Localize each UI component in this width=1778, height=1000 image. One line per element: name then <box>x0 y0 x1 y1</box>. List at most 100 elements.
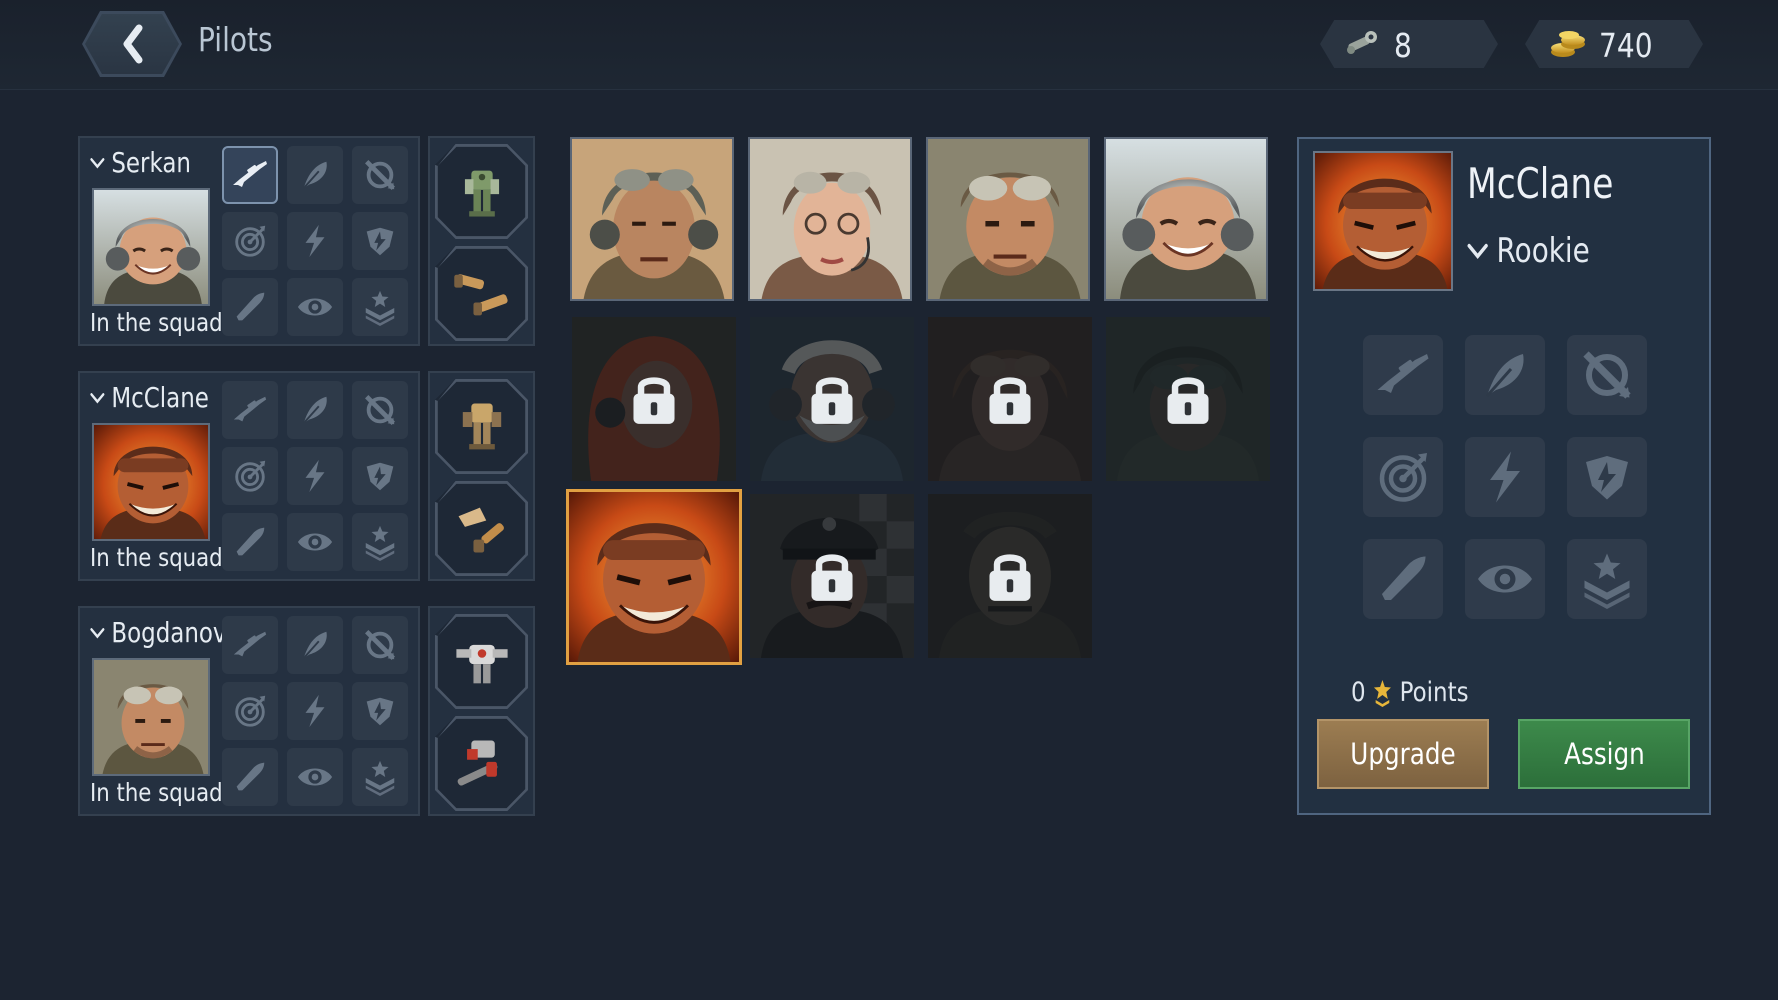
weapon-icon <box>450 732 514 796</box>
skill-slot[interactable] <box>287 682 343 740</box>
lightning-icon <box>296 457 334 495</box>
avatar[interactable] <box>92 188 210 306</box>
target-icon <box>231 692 269 730</box>
pilot-portrait <box>94 660 210 776</box>
rank-star-icon <box>361 523 399 561</box>
lightning-icon <box>296 692 334 730</box>
equipment-card-bogdanov <box>428 606 535 816</box>
detail-skill-grid <box>1363 335 1647 619</box>
skill-slot[interactable] <box>222 146 278 204</box>
skill-slot[interactable] <box>1465 335 1545 415</box>
skill-slot[interactable] <box>352 447 408 505</box>
skill-slot[interactable] <box>222 212 278 270</box>
chevron-down-icon <box>90 627 105 639</box>
roster-pilot[interactable] <box>1104 137 1268 301</box>
squad-card-serkan[interactable]: Serkan In the squad <box>78 136 420 346</box>
skill-slot[interactable] <box>352 748 408 806</box>
mech-slot[interactable] <box>435 144 528 239</box>
skill-slot[interactable] <box>222 513 278 571</box>
weapon-icon <box>450 262 514 326</box>
squad-status: In the squad <box>90 778 223 807</box>
target-icon <box>231 457 269 495</box>
skill-slot[interactable] <box>352 616 408 674</box>
crossed-circle-icon <box>361 156 399 194</box>
sniper-rifle-icon <box>230 155 270 195</box>
skill-slot[interactable] <box>1363 437 1443 517</box>
upgrade-button-label: Upgrade <box>1350 737 1456 771</box>
skill-slot[interactable] <box>1567 539 1647 619</box>
skill-slot[interactable] <box>222 278 278 336</box>
squad-pilot-name-text: Bogdanov <box>111 616 227 649</box>
page-title: Pilots <box>198 20 273 59</box>
chevron-left-icon <box>123 24 143 64</box>
skill-slot[interactable] <box>1363 335 1443 415</box>
skill-slot[interactable] <box>287 616 343 674</box>
lightning-icon <box>1475 447 1535 507</box>
skill-slot[interactable] <box>352 146 408 204</box>
skill-slot[interactable] <box>1567 335 1647 415</box>
skill-slot[interactable] <box>352 381 408 439</box>
roster-pilot-locked[interactable] <box>750 494 914 658</box>
upgrade-button[interactable]: Upgrade <box>1317 719 1489 789</box>
skill-slot[interactable] <box>287 447 343 505</box>
skill-slot[interactable] <box>222 447 278 505</box>
equipment-card-mcclane <box>428 371 535 581</box>
rank-selector[interactable]: Rookie <box>1467 231 1590 271</box>
eye-icon <box>296 288 334 326</box>
detail-avatar <box>1313 151 1453 291</box>
roster-pilot-locked[interactable] <box>928 494 1092 658</box>
skill-slot[interactable] <box>222 748 278 806</box>
shield-arrow-icon <box>361 457 399 495</box>
top-bar: Pilots 8 740 <box>0 0 1778 90</box>
avatar[interactable] <box>92 423 210 541</box>
back-button[interactable] <box>82 11 182 77</box>
skill-slot[interactable] <box>1465 539 1545 619</box>
skill-slot[interactable] <box>352 513 408 571</box>
skill-slot[interactable] <box>352 278 408 336</box>
mech-icon <box>450 630 514 694</box>
gold-coins-icon <box>1551 31 1585 57</box>
sniper-rifle-icon <box>231 391 269 429</box>
weapon-slot[interactable] <box>435 716 528 811</box>
skill-slot[interactable] <box>1465 437 1545 517</box>
parts-value: 8 <box>1394 26 1412 65</box>
eye-icon <box>296 758 334 796</box>
skill-slot[interactable] <box>222 616 278 674</box>
skill-slot[interactable] <box>287 381 343 439</box>
roster-pilot-selected[interactable] <box>566 489 742 665</box>
pilot-portrait <box>750 139 912 301</box>
squad-status: In the squad <box>90 308 223 337</box>
skill-slot[interactable] <box>287 748 343 806</box>
roster-pilot-locked[interactable] <box>1106 317 1270 481</box>
weapon-slot[interactable] <box>435 246 528 341</box>
assign-button[interactable]: Assign <box>1518 719 1690 789</box>
weapon-slot[interactable] <box>435 481 528 576</box>
star-medal-icon <box>1374 679 1392 707</box>
roster-pilot-locked[interactable] <box>572 317 736 481</box>
mech-slot[interactable] <box>435 614 528 709</box>
crossed-circle-icon <box>361 626 399 664</box>
skill-slot[interactable] <box>287 212 343 270</box>
roster-pilot[interactable] <box>748 137 912 301</box>
skill-slot[interactable] <box>222 682 278 740</box>
skill-slot[interactable] <box>287 146 343 204</box>
gold-counter: 740 <box>1525 20 1703 68</box>
skill-slot[interactable] <box>287 278 343 336</box>
skill-slot[interactable] <box>287 513 343 571</box>
skill-slot[interactable] <box>1567 437 1647 517</box>
detail-pilot-name: McClane <box>1467 159 1614 208</box>
skill-slot[interactable] <box>1363 539 1443 619</box>
skill-slot[interactable] <box>352 212 408 270</box>
roster-pilot[interactable] <box>926 137 1090 301</box>
crossed-circle-icon <box>361 391 399 429</box>
mech-slot[interactable] <box>435 379 528 474</box>
rank-star-icon <box>1577 549 1637 609</box>
skill-slot[interactable] <box>222 381 278 439</box>
squad-card-bogdanov[interactable]: Bogdanov In the squad <box>78 606 420 816</box>
roster-pilot-locked[interactable] <box>750 317 914 481</box>
roster-pilot-locked[interactable] <box>928 317 1092 481</box>
roster-pilot[interactable] <box>570 137 734 301</box>
squad-card-mcclane[interactable]: McClane In the squad <box>78 371 420 581</box>
skill-slot[interactable] <box>352 682 408 740</box>
avatar[interactable] <box>92 658 210 776</box>
